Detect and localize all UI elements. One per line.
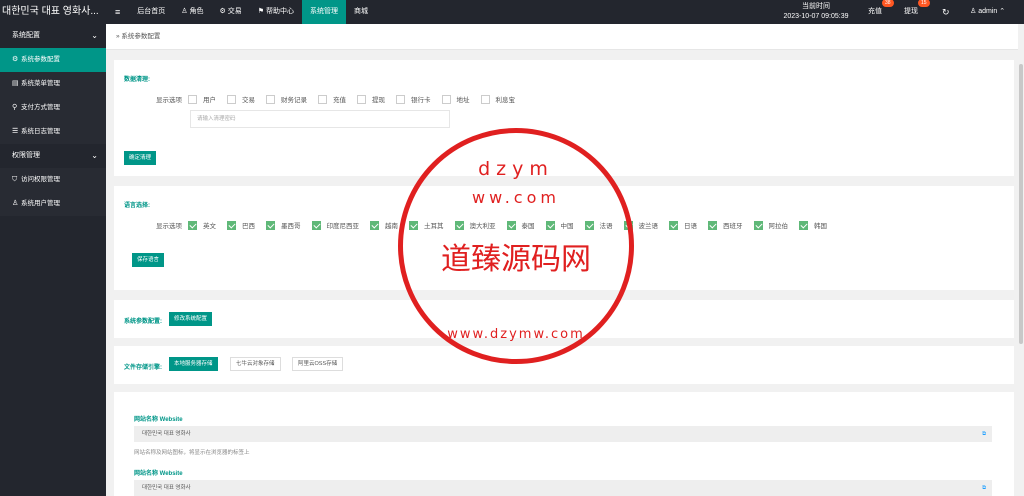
system-params-panel: 系统参数配置: 修改系统配置 <box>114 300 1014 338</box>
save-language-button[interactable]: 保存语言 <box>132 253 165 267</box>
user-icon: ♙ <box>181 8 190 15</box>
nav-home[interactable]: 后台首页 <box>129 0 173 24</box>
lang-japanese[interactable]: 日语 <box>669 220 697 230</box>
shield-icon: ⛉ <box>12 176 18 183</box>
user-menu[interactable]: ♙ admin ⌃ <box>970 0 1005 24</box>
table-icon: ▤ <box>12 80 19 87</box>
language-title: 语言选择: <box>124 203 150 209</box>
flag-icon: ⚑ <box>257 8 266 15</box>
data-clean-label: 显示选项 <box>156 97 182 104</box>
nav-help[interactable]: ⚑ 帮助中心 <box>250 0 302 24</box>
checkbox-recharge[interactable]: 充值 <box>318 94 346 104</box>
chevron-down-icon: ⌄ <box>91 151 98 160</box>
checkbox-users[interactable]: 用户 <box>188 94 216 104</box>
refresh-icon[interactable]: ↻ <box>942 0 950 24</box>
sidebar-group-system[interactable]: 系统配置 ⌄ <box>0 24 106 48</box>
lang-vietnam[interactable]: 越南 <box>370 220 398 230</box>
language-label: 显示选项 <box>156 223 182 230</box>
sidebar: 系统配置 ⌄ ⚙ 系统参数配置 ▤ 系统菜单管理 ⚲ 支付方式管理 ☰ 系统日志管理 权限… <box>0 24 106 496</box>
time-label: 当前时间 <box>802 3 830 10</box>
lang-polish[interactable]: 波兰语 <box>623 220 658 230</box>
sidebar-item-payments[interactable]: ⚲ 支付方式管理 <box>0 96 106 120</box>
checkbox-withdraw[interactable]: 提现 <box>357 94 385 104</box>
list-icon: ☰ <box>12 128 19 135</box>
user-icon: ♙ <box>12 200 19 207</box>
sidebar-item-users[interactable]: ♙ 系统用户管理 <box>0 192 106 216</box>
sidebar-item-access[interactable]: ⛉ 访问权限管理 <box>0 168 106 192</box>
gear-icon: ⚙ <box>12 56 19 63</box>
nav-mall[interactable]: 商城 <box>346 0 376 24</box>
lang-brazil[interactable]: 巴西 <box>227 220 255 230</box>
storage-local-button[interactable]: 本地服务器存储 <box>169 357 218 371</box>
lang-korean[interactable]: 韩国 <box>799 220 827 230</box>
website-label: 网站名称 Website <box>134 417 183 423</box>
website-label-2: 网站名称 Website <box>134 471 183 477</box>
checkbox-trades[interactable]: 交易 <box>227 94 255 104</box>
edit-system-config-button[interactable]: 修改系统配置 <box>169 312 213 326</box>
time-value: 2023-10-07 09:05:39 <box>783 13 849 20</box>
sidebar-item-menus[interactable]: ▤ 系统菜单管理 <box>0 72 106 96</box>
confirm-clean-button[interactable]: 确定清理 <box>124 151 157 165</box>
copy-icon[interactable]: ⧉ <box>982 426 986 442</box>
data-clean-title: 数据清理: <box>124 77 150 83</box>
top-bar: 대한민국 대표 영화사... ≡ 后台首页 ♙ 角色 ⚙ 交易 ⚑ 帮助中心 系… <box>0 0 1024 24</box>
password-input[interactable]: 请输入清理密码 <box>190 110 450 128</box>
language-panel: 语言选择: 显示选项 英文 巴西 墨西哥 印度尼西亚 越南 土耳其 澳大利亚 泰… <box>114 186 1014 290</box>
nav-system[interactable]: 系统管理 <box>301 0 346 24</box>
chevron-down-icon: ⌄ <box>91 31 98 40</box>
website-hint: 网站名称及网站图标，将显示在浏览器的标签上 <box>134 450 250 456</box>
language-options: 显示选项 英文 巴西 墨西哥 印度尼西亚 越南 土耳其 澳大利亚 泰国 中国 法… <box>156 220 838 230</box>
scrollbar[interactable] <box>1018 24 1024 496</box>
lang-indonesia[interactable]: 印度尼西亚 <box>311 220 359 230</box>
user-icon: ♙ <box>970 8 979 15</box>
copy-icon[interactable]: ⧉ <box>982 480 986 496</box>
brand-title: 대한민국 대표 영화사... <box>2 6 99 17</box>
lang-arabic[interactable]: 阿拉伯 <box>753 220 788 230</box>
clock: 当前时间 2023-10-07 09:05:39 <box>766 2 866 22</box>
lang-china[interactable]: 中国 <box>545 220 574 230</box>
system-params-title: 系统参数配置: <box>124 319 162 325</box>
withdraw-link[interactable]: 提现 15 <box>904 0 930 24</box>
checkbox-finance[interactable]: 财务记录 <box>266 94 307 104</box>
lang-thailand[interactable]: 泰国 <box>506 220 535 230</box>
breadcrumb: » 系统参数配置 <box>106 24 1024 50</box>
lang-spanish[interactable]: 西班牙 <box>708 220 743 230</box>
website-name-input-2[interactable]: 대한민국 대표 영화사 ⧉ <box>134 480 992 496</box>
checkbox-address[interactable]: 地址 <box>441 94 470 104</box>
lang-mexico[interactable]: 墨西哥 <box>266 220 301 230</box>
sidebar-group-permissions[interactable]: 权限管理 ⌄ <box>0 144 106 168</box>
lang-english[interactable]: 英文 <box>188 220 216 230</box>
checkbox-interest[interactable]: 利息宝 <box>480 94 515 104</box>
lang-french[interactable]: 法语 <box>584 220 613 230</box>
checkbox-bankcard[interactable]: 银行卡 <box>396 94 431 104</box>
nav-trade[interactable]: ⚙ 交易 <box>212 0 250 24</box>
withdraw-badge: 15 <box>918 0 930 7</box>
storage-title: 文件存储引擎: <box>124 365 162 371</box>
data-clean-options: 显示选项 用户 交易 财务记录 充值 提现 银行卡 地址 利息宝 <box>156 94 526 104</box>
recharge-link[interactable]: 充值 38 <box>868 0 894 24</box>
nav-roles[interactable]: ♙ 角色 <box>173 0 211 24</box>
data-clean-panel: 数据清理: 显示选项 用户 交易 财务记录 充值 提现 银行卡 地址 利息宝 请… <box>114 60 1014 176</box>
storage-aliyun-button[interactable]: 阿里云OSS存储 <box>292 357 344 371</box>
menu-icon[interactable]: ≡ <box>106 0 129 24</box>
lang-australia[interactable]: 澳大利亚 <box>454 220 496 230</box>
recharge-badge: 38 <box>882 0 894 7</box>
lang-turkey[interactable]: 土耳其 <box>409 220 444 230</box>
gear-icon: ⚙ <box>219 8 228 15</box>
sidebar-item-logs[interactable]: ☰ 系统日志管理 <box>0 120 106 144</box>
website-panel: 网站名称 Website 대한민국 대표 영화사 ⧉ 网站名称及网站图标，将显示在… <box>114 392 1014 496</box>
sidebar-item-params[interactable]: ⚙ 系统参数配置 <box>0 48 106 72</box>
website-name-input[interactable]: 대한민국 대표 영화사 ⧉ <box>134 426 992 442</box>
link-icon: ⚲ <box>12 104 18 111</box>
storage-panel: 文件存储引擎: 本地服务器存储 七牛云对象存储 阿里云OSS存储 <box>114 346 1014 384</box>
storage-qiniu-button[interactable]: 七牛云对象存储 <box>230 357 281 371</box>
top-nav: ≡ 后台首页 ♙ 角色 ⚙ 交易 ⚑ 帮助中心 系统管理 商城 <box>106 0 376 24</box>
